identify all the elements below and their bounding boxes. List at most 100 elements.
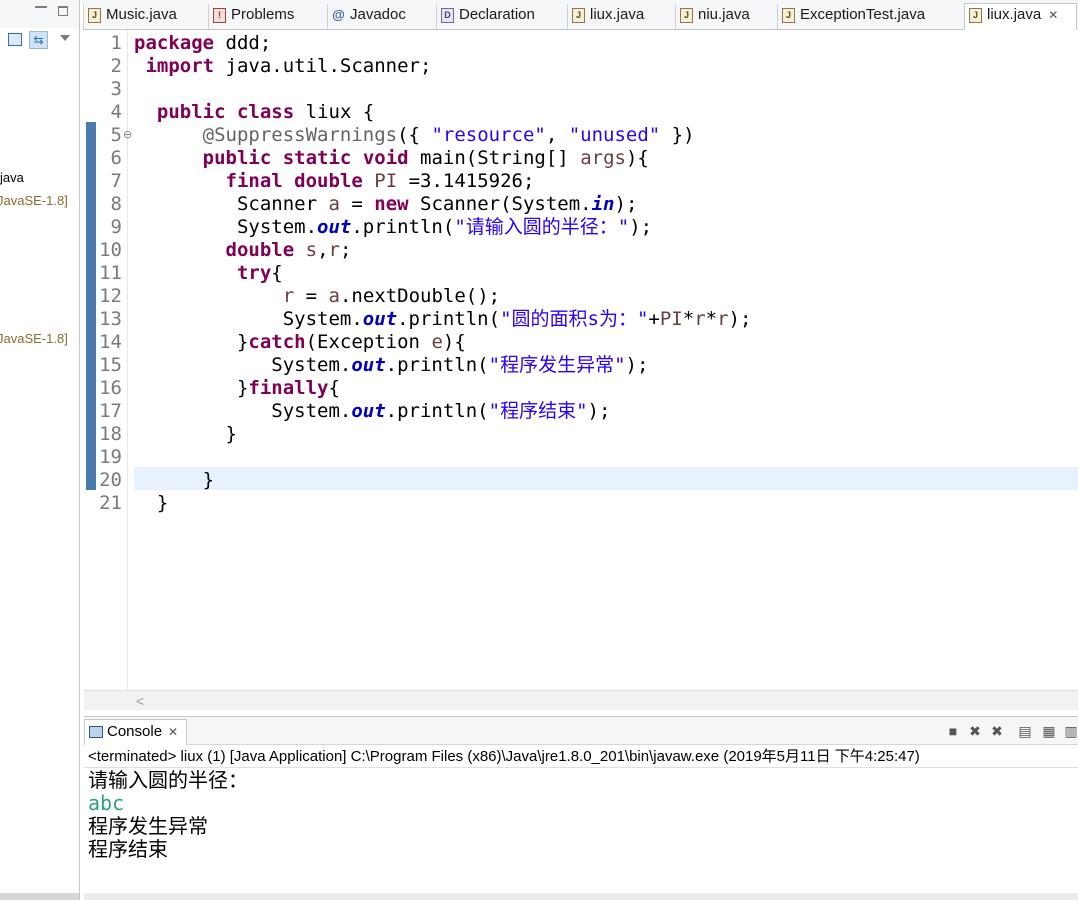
code-token: ); bbox=[587, 400, 611, 422]
editor-horizontal-scrollbar[interactable]: < bbox=[84, 690, 1078, 710]
line-number: 20 bbox=[99, 469, 122, 491]
pane-scrollbar[interactable] bbox=[0, 893, 79, 900]
tab-niu-java[interactable]: J niu.java bbox=[675, 4, 777, 29]
link-with-editor-icon[interactable]: ⇆ bbox=[29, 31, 48, 49]
code-token: new bbox=[374, 193, 409, 215]
code-line: try{ bbox=[134, 262, 283, 285]
console-icon bbox=[89, 726, 103, 738]
code-token: r bbox=[282, 285, 295, 307]
close-icon[interactable]: ✕ bbox=[168, 725, 178, 739]
console-user-input: abc bbox=[88, 791, 125, 815]
current-line-highlight bbox=[134, 467, 1078, 490]
code-token: ); bbox=[625, 354, 649, 376]
code-token: static bbox=[282, 147, 352, 169]
view-menu-icon[interactable] bbox=[60, 35, 70, 41]
tab-liux-java[interactable]: J liux.java bbox=[567, 4, 675, 29]
show-console-output-icon[interactable]: ▦ bbox=[1042, 724, 1056, 738]
code-token: =3.1415926; bbox=[397, 170, 535, 192]
tree-item-java[interactable]: java bbox=[0, 170, 24, 185]
tab-label: ExceptionTest.java bbox=[800, 6, 926, 23]
code-line: final double PI =3.1415926; bbox=[134, 170, 535, 193]
tab-liux-java-active[interactable]: J liux.java ✕ bbox=[964, 3, 1077, 30]
code-token: Scanner(System. bbox=[408, 193, 592, 215]
tab-declaration[interactable]: D Declaration bbox=[436, 4, 567, 29]
line-number: 21 bbox=[99, 492, 122, 514]
tab-label: Problems bbox=[231, 6, 295, 23]
code-line: r = a.nextDouble(); bbox=[134, 285, 500, 308]
code-line: @SuppressWarnings({ "resource", "unused"… bbox=[134, 124, 695, 147]
code-token: .println( bbox=[397, 308, 501, 330]
tree-item-jre-library[interactable]: JavaSE-1.8] bbox=[0, 331, 68, 346]
code-token: r bbox=[717, 308, 729, 330]
code-line: package ddd; bbox=[134, 32, 271, 55]
code-token: * bbox=[682, 308, 695, 330]
line-number: 14 bbox=[99, 331, 122, 353]
line-number: 6 bbox=[110, 147, 122, 169]
code-editor[interactable]: 1 2 3 4 5 ⊖ 6 7 8 9 10 11 12 13 14 15 16 17 18 19 20 21 packa… bbox=[84, 30, 1078, 690]
close-icon[interactable]: ✕ bbox=[1048, 8, 1058, 22]
code-line: } bbox=[134, 469, 214, 492]
console-scrollbar[interactable] bbox=[84, 893, 1078, 900]
code-token: finally bbox=[248, 377, 329, 399]
code-token: "圆的面积s为：" bbox=[500, 308, 649, 330]
code-token: } bbox=[134, 469, 215, 491]
remove-launch-icon[interactable]: ✖ bbox=[968, 724, 982, 738]
tab-problems[interactable]: ! Problems bbox=[208, 4, 327, 29]
tab-exceptiontest-java[interactable]: J ExceptionTest.java bbox=[777, 4, 964, 29]
code-token: , bbox=[317, 239, 329, 261]
tab-music-java[interactable]: J Music.java bbox=[83, 4, 208, 29]
code-line: Scanner a = new Scanner(System.in); bbox=[134, 193, 637, 216]
scroll-left-icon[interactable]: < bbox=[136, 693, 144, 709]
code-token: } bbox=[134, 377, 249, 399]
code-token: "resource" bbox=[431, 124, 546, 146]
console-header: Console ✕ ■ ✖ ✖ ▤ ▦ ▥ bbox=[84, 717, 1078, 745]
code-token: package bbox=[134, 32, 215, 54]
package-explorer-pane: ⇆ java JavaSE-1.8] JavaSE-1.8] bbox=[0, 0, 80, 900]
tab-console[interactable]: Console ✕ bbox=[84, 719, 188, 745]
java-file-icon: J bbox=[680, 8, 693, 23]
code-line: double s,r; bbox=[134, 239, 352, 262]
maximize-icon[interactable] bbox=[58, 6, 68, 16]
code-token: out bbox=[317, 216, 352, 238]
code-token: .println( bbox=[351, 216, 455, 238]
code-token: PI bbox=[659, 308, 683, 330]
code-token: catch bbox=[248, 331, 306, 353]
code-token: "unused" bbox=[568, 124, 661, 146]
code-token: = bbox=[294, 285, 329, 307]
line-number: 16 bbox=[99, 377, 122, 399]
line-number: 13 bbox=[99, 308, 122, 330]
tab-javadoc[interactable]: @ Javadoc bbox=[327, 4, 436, 29]
code-token: in bbox=[591, 193, 615, 215]
code-token: out bbox=[351, 354, 386, 376]
console-tab-label: Console bbox=[107, 723, 163, 740]
code-token: try bbox=[236, 262, 272, 284]
java-file-icon: J bbox=[782, 8, 795, 23]
code-token: { bbox=[328, 377, 340, 399]
scroll-lock-icon[interactable]: ▤ bbox=[1018, 724, 1032, 738]
line-number: 8 bbox=[110, 193, 122, 215]
code-token: }) bbox=[660, 124, 695, 146]
code-token: System. bbox=[134, 308, 363, 330]
terminate-icon[interactable]: ■ bbox=[946, 724, 960, 738]
minimize-icon[interactable] bbox=[35, 6, 47, 16]
code-token: + bbox=[648, 308, 660, 330]
code-line: } bbox=[134, 492, 168, 515]
tree-item-jre-library[interactable]: JavaSE-1.8] bbox=[0, 193, 68, 208]
code-token: .nextDouble(); bbox=[339, 285, 501, 307]
pin-console-icon[interactable]: ▥ bbox=[1064, 724, 1078, 738]
code-token: java.util.Scanner; bbox=[214, 55, 432, 77]
remove-all-terminated-icon[interactable]: ✖ bbox=[990, 724, 1004, 738]
fold-collapse-icon[interactable]: ⊖ bbox=[123, 128, 132, 141]
code-token: s bbox=[305, 239, 318, 261]
collapse-all-icon[interactable] bbox=[8, 33, 22, 46]
code-token: double bbox=[294, 170, 363, 192]
code-token: "请输入圆的半径：" bbox=[454, 216, 630, 238]
code-token: import bbox=[145, 55, 215, 77]
code-line: System.out.println("程序结束"); bbox=[134, 400, 610, 423]
code-line: }finally{ bbox=[134, 377, 340, 400]
